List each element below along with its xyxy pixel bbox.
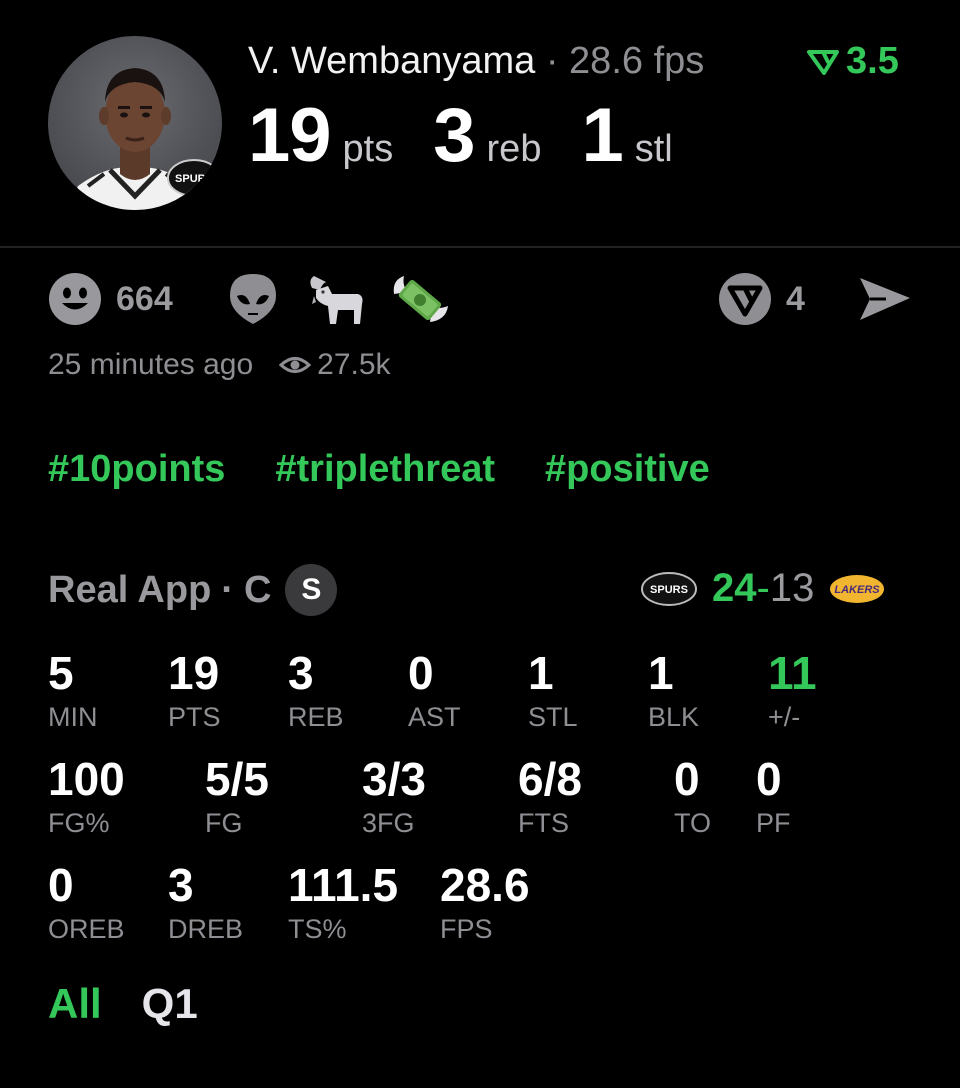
stat-cell: 5 MIN [48,647,98,732]
share-send-icon[interactable] [856,272,914,326]
stat-cell: 0 AST [408,647,461,732]
spurs-logo-icon: SPURS [641,571,697,606]
score-dash: - [756,566,770,610]
stat-cell: 3 DREB [168,859,244,944]
trend-arrow-icon [807,49,839,75]
svg-text:SPURS: SPURS [175,173,213,185]
stat-cell: 19 PTS [168,647,221,732]
fps-text: 28.6 fps [569,40,705,82]
source-name: Real App [48,568,212,611]
goat-icon[interactable] [306,272,363,326]
status-badge[interactable]: S [285,564,338,616]
eye-icon [279,357,312,373]
headline-value: 3 [433,93,475,178]
reaction-bar: 664 4 [48,272,912,326]
filter-tab-all[interactable]: All [48,980,102,1028]
rating-value: 3.5 [846,40,899,82]
player-name-line: V. Wembanyama · 28.6 fps [248,40,704,83]
player-avatar[interactable]: SPURS [48,36,222,210]
stat-cell: 1 STL [528,647,578,732]
hashtag[interactable]: #10points [48,448,225,491]
divider [0,246,960,248]
view-count-value: 27.5k [317,348,391,381]
home-score: 24 [712,566,757,610]
alien-icon[interactable] [226,272,280,326]
reaction-count: 664 [116,280,173,318]
stat-cell: 28.6 FPS [440,859,530,944]
stat-cell: 5/5 FG [205,753,269,838]
hashtag[interactable]: #triplethreat [275,448,495,491]
headline-unit: reb [486,128,542,170]
smiley-icon[interactable] [48,272,102,326]
prediction-count: 4 [786,280,805,318]
stat-cell: 0 TO [674,753,712,838]
stat-cell: 1 BLK [648,647,700,732]
svg-text:LAKERS: LAKERS [835,584,881,596]
game-score[interactable]: SPURS 24 - 13 LAKERS [640,566,886,611]
source-line: Real App · C S [48,564,338,616]
player-name[interactable]: V. Wembanyama [248,40,535,82]
timestamp: 25 minutes ago [48,348,254,381]
hashtag[interactable]: #positive [545,448,710,491]
rating[interactable]: 3.5 [806,40,899,83]
view-count: 27.5k [279,348,391,382]
headline-unit: pts [342,128,394,170]
stat-cell: 6/8 FTS [518,753,582,838]
spurs-logo-icon: SPURS [167,159,221,197]
headline-unit: stl [634,128,673,170]
stat-cell: 0 OREB [48,859,125,944]
separator: · [545,40,559,82]
stat-cell: 3 REB [288,647,344,732]
stat-cell-plus-minus: 11 +/- [768,647,817,732]
stat-cell: 0 PF [756,753,791,838]
post-meta: 25 minutes ago 27.5k [48,348,391,382]
prediction-icon[interactable] [718,272,772,326]
headline-stats: 19 pts 3 reb 1 stl [248,92,713,179]
svg-text:SPURS: SPURS [650,584,688,596]
stat-cell: 100 FG% [48,753,125,838]
away-score: 13 [769,566,815,610]
stat-cell: 111.5 TS% [288,859,399,944]
stat-cell: 3/3 3FG [362,753,426,838]
headline-value: 1 [581,93,623,178]
headline-value: 19 [248,93,332,178]
money-wings-icon[interactable] [390,272,450,326]
player-position: C [243,568,272,611]
hashtag-list: #10points #triplethreat #positive [48,448,760,491]
lakers-logo-icon: LAKERS [830,574,885,603]
filter-tab-q1[interactable]: Q1 [142,980,198,1028]
period-filter: All Q1 [48,980,198,1028]
separator: · [221,568,234,611]
